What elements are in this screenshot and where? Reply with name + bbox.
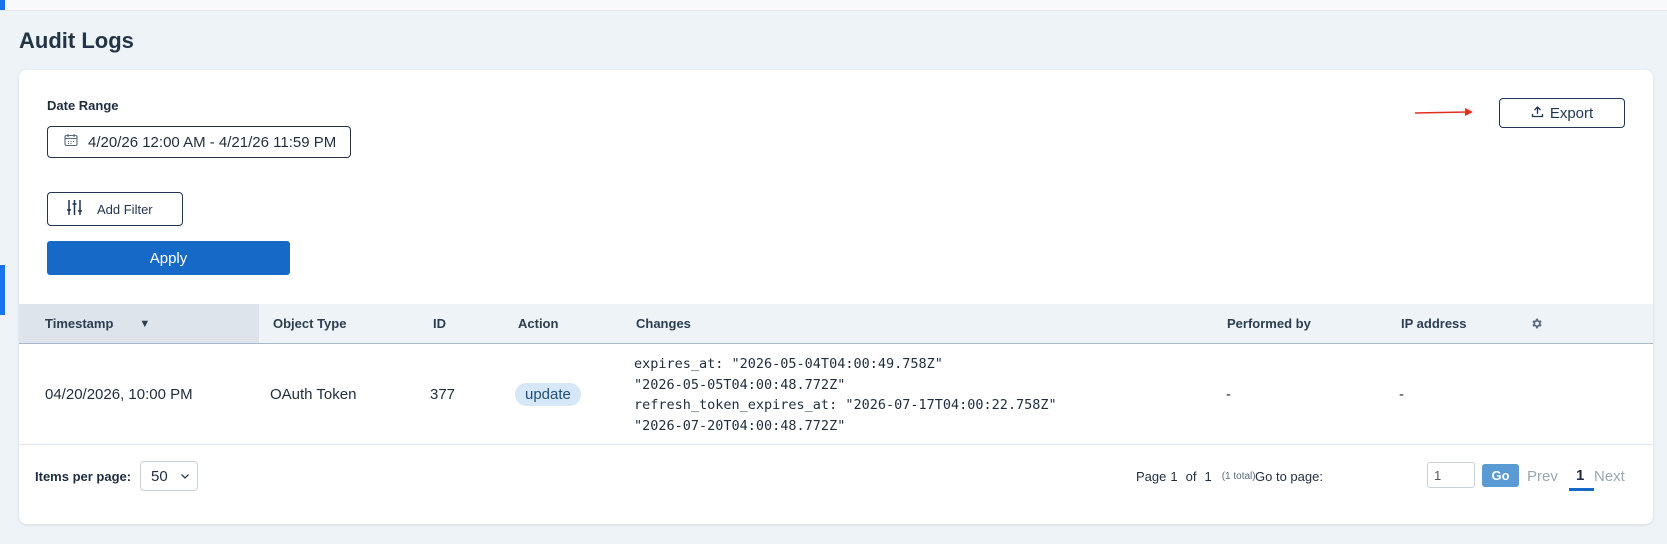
date-range-value: 4/20/26 12:00 AM - 4/21/26 11:59 PM <box>88 133 337 151</box>
go-button[interactable]: Go <box>1482 464 1519 487</box>
cell-performed-by: - <box>1226 385 1231 403</box>
items-per-page-select[interactable]: 50 <box>140 461 198 491</box>
export-button[interactable]: Export <box>1499 98 1625 128</box>
page-number-button[interactable]: 1 <box>1576 462 1584 488</box>
cell-action: update <box>515 344 581 444</box>
total-pages-value: 1 <box>1204 468 1212 484</box>
edge-indicator <box>0 265 5 315</box>
cell-timestamp: 04/20/2026, 10:00 PM <box>45 385 193 403</box>
sliders-icon <box>66 199 83 219</box>
column-header-action[interactable]: Action <box>518 304 558 343</box>
export-label: Export <box>1549 104 1594 122</box>
go-to-page-label: Go to page: <box>1255 468 1323 484</box>
column-header-id[interactable]: ID <box>433 304 446 343</box>
table-header: Timestamp ▼ Object Type ID Action Change… <box>19 304 1653 344</box>
go-to-page-input[interactable] <box>1427 462 1475 488</box>
prev-page-button[interactable]: Prev <box>1527 462 1558 490</box>
total-note: (1 total) <box>1221 470 1256 482</box>
page-title: Audit Logs <box>19 28 134 53</box>
cell-id: 377 <box>430 385 456 403</box>
gear-icon[interactable] <box>1528 304 1544 343</box>
column-header-performed-by[interactable]: Performed by <box>1227 304 1311 343</box>
items-per-page-value: 50 <box>151 467 168 485</box>
column-header-ip-address[interactable]: IP address <box>1401 304 1467 343</box>
cell-object-type: OAuth Token <box>270 385 357 403</box>
date-range-label: Date Range <box>47 98 119 113</box>
column-header-label: Timestamp <box>45 316 114 331</box>
action-badge: update <box>515 382 581 406</box>
pagination-bar: Items per page: 50 Page 1 of 1 (1 total)… <box>19 444 1653 524</box>
items-per-page-label: Items per page: <box>35 468 132 484</box>
page-summary: Page 1 of 1 (1 total) <box>1136 462 1256 490</box>
top-bar <box>0 0 1667 11</box>
cell-ip-address: - <box>1399 385 1404 403</box>
add-filter-label: Add Filter <box>97 201 153 217</box>
upload-icon <box>1531 105 1544 122</box>
sort-desc-icon: ▼ <box>139 317 151 330</box>
of-word: of <box>1185 468 1197 484</box>
column-header-timestamp[interactable]: Timestamp ▼ <box>19 304 259 343</box>
page-word: Page <box>1136 468 1167 484</box>
table-row: 04/20/2026, 10:00 PM OAuth Token 377 upd… <box>19 344 1653 445</box>
apply-button[interactable]: Apply <box>47 241 290 275</box>
column-header-changes[interactable]: Changes <box>636 304 691 343</box>
add-filter-button[interactable]: Add Filter <box>47 192 183 226</box>
current-page-value: 1 <box>1170 468 1178 484</box>
date-range-picker[interactable]: 4/20/26 12:00 AM - 4/21/26 11:59 PM <box>47 126 351 158</box>
chevron-down-icon <box>180 468 190 485</box>
audit-log-card: Date Range 4/20/26 12:00 AM - 4/21/26 11… <box>19 70 1653 524</box>
annotation-arrow-icon <box>1415 108 1473 116</box>
next-page-button[interactable]: Next <box>1594 462 1625 490</box>
cell-changes: expires_at: "2026-05-04T04:00:49.758Z" "… <box>634 356 1057 434</box>
calendar-icon <box>64 133 78 151</box>
edge-indicator <box>0 0 5 10</box>
current-page-indicator <box>1569 488 1594 491</box>
column-header-object-type[interactable]: Object Type <box>273 304 346 343</box>
